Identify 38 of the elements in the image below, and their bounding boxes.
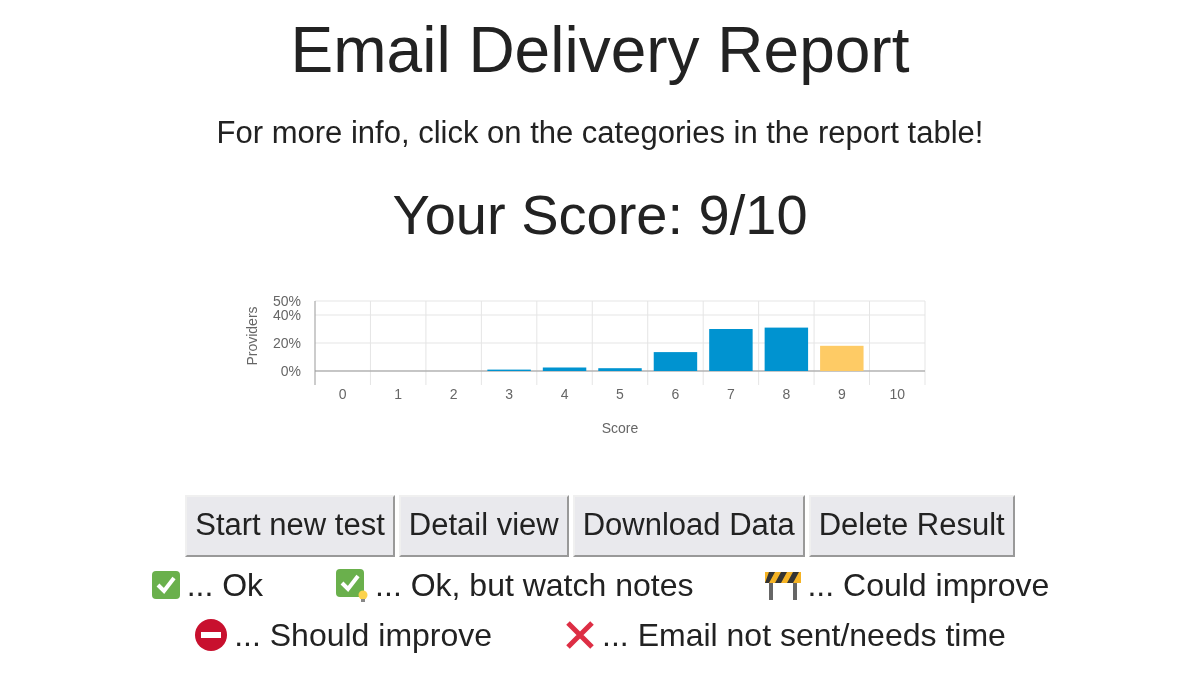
x-tick-label: 1 (394, 385, 403, 402)
y-tick-label: 50% (272, 292, 301, 309)
x-tick-label: 10 (889, 385, 906, 402)
action-button[interactable]: Start new test (185, 494, 395, 557)
x-tick-label: 0 (338, 385, 347, 402)
legend-label: ... Ok, but watch notes (375, 565, 694, 605)
check-bulb-icon (335, 567, 370, 602)
action-button[interactable]: Download Data (572, 494, 805, 557)
legend-label: ... Ok (186, 565, 264, 605)
no-entry-icon (194, 617, 229, 652)
legend-label: ... Could improve (807, 565, 1050, 605)
chart-bar (542, 367, 587, 371)
y-tick-label: 40% (272, 306, 301, 323)
x-tick-label: 8 (782, 385, 791, 402)
chart-bar (820, 345, 864, 371)
chart-bar (709, 328, 753, 371)
x-tick-label: 4 (560, 385, 569, 402)
x-axis-title: Score (601, 419, 639, 436)
chart-bar (598, 367, 642, 371)
x-tick-label: 6 (671, 385, 680, 402)
y-tick-label: 20% (272, 334, 301, 351)
legend-label: ... Email not sent/needs time (602, 615, 1006, 655)
subtitle: For more info, click on the categories in the report table! (216, 114, 984, 152)
y-axis-title: Providers (244, 305, 260, 366)
legend-label: ... Should improve (234, 615, 493, 655)
cross-icon (564, 618, 597, 651)
score-heading: Your Score: 9/10 (392, 186, 808, 243)
x-tick-label: 9 (837, 385, 846, 402)
x-tick-label: 2 (449, 385, 458, 402)
x-tick-label: 7 (727, 385, 735, 402)
action-button[interactable]: Detail view (398, 494, 569, 557)
chart-bar (764, 327, 809, 371)
barrier-icon (765, 569, 802, 600)
chart-bar (653, 351, 698, 371)
x-tick-label: 3 (505, 385, 513, 402)
y-tick-label: 0% (280, 362, 301, 379)
x-tick-label: 5 (616, 385, 624, 402)
action-button[interactable]: Delete Result (808, 494, 1015, 557)
